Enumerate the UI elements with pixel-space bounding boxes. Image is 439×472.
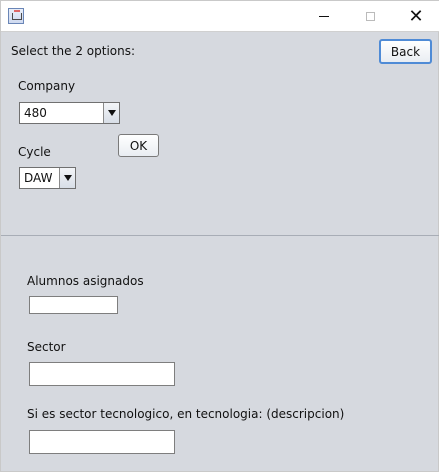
sector-label: Sector [27, 340, 66, 354]
company-selected-value: 480 [24, 106, 47, 120]
cycle-combobox[interactable]: DAW [19, 167, 76, 189]
sector-field[interactable] [29, 362, 175, 386]
alumnos-input[interactable] [34, 297, 113, 313]
chevron-down-icon[interactable] [103, 103, 119, 123]
minimize-icon [319, 16, 329, 17]
close-button[interactable]: ✕ [393, 1, 439, 32]
back-button[interactable]: Back [379, 39, 432, 64]
alumnos-label: Alumnos asignados [27, 274, 144, 288]
sector-input[interactable] [34, 363, 170, 385]
alumnos-field[interactable] [29, 296, 118, 314]
app-window: ✕ Select the 2 options: Back Company 480… [0, 0, 439, 472]
tecnologia-input[interactable] [34, 431, 170, 453]
title-bar: ✕ [1, 1, 439, 32]
minimize-button[interactable] [301, 1, 347, 32]
java-app-icon [8, 8, 24, 24]
ok-button[interactable]: OK [118, 134, 159, 157]
tecnologia-field[interactable] [29, 430, 175, 454]
section-divider [1, 235, 439, 236]
maximize-button[interactable] [347, 1, 393, 32]
cycle-label: Cycle [18, 145, 51, 159]
instruction-label: Select the 2 options: [11, 44, 136, 58]
close-icon: ✕ [408, 5, 424, 27]
maximize-icon [365, 12, 375, 21]
company-combobox[interactable]: 480 [19, 102, 120, 124]
cycle-selected-value: DAW [24, 171, 53, 185]
tecnologia-label: Si es sector tecnologico, en tecnologia:… [27, 407, 345, 421]
chevron-down-icon[interactable] [59, 168, 75, 188]
company-label: Company [18, 79, 76, 93]
